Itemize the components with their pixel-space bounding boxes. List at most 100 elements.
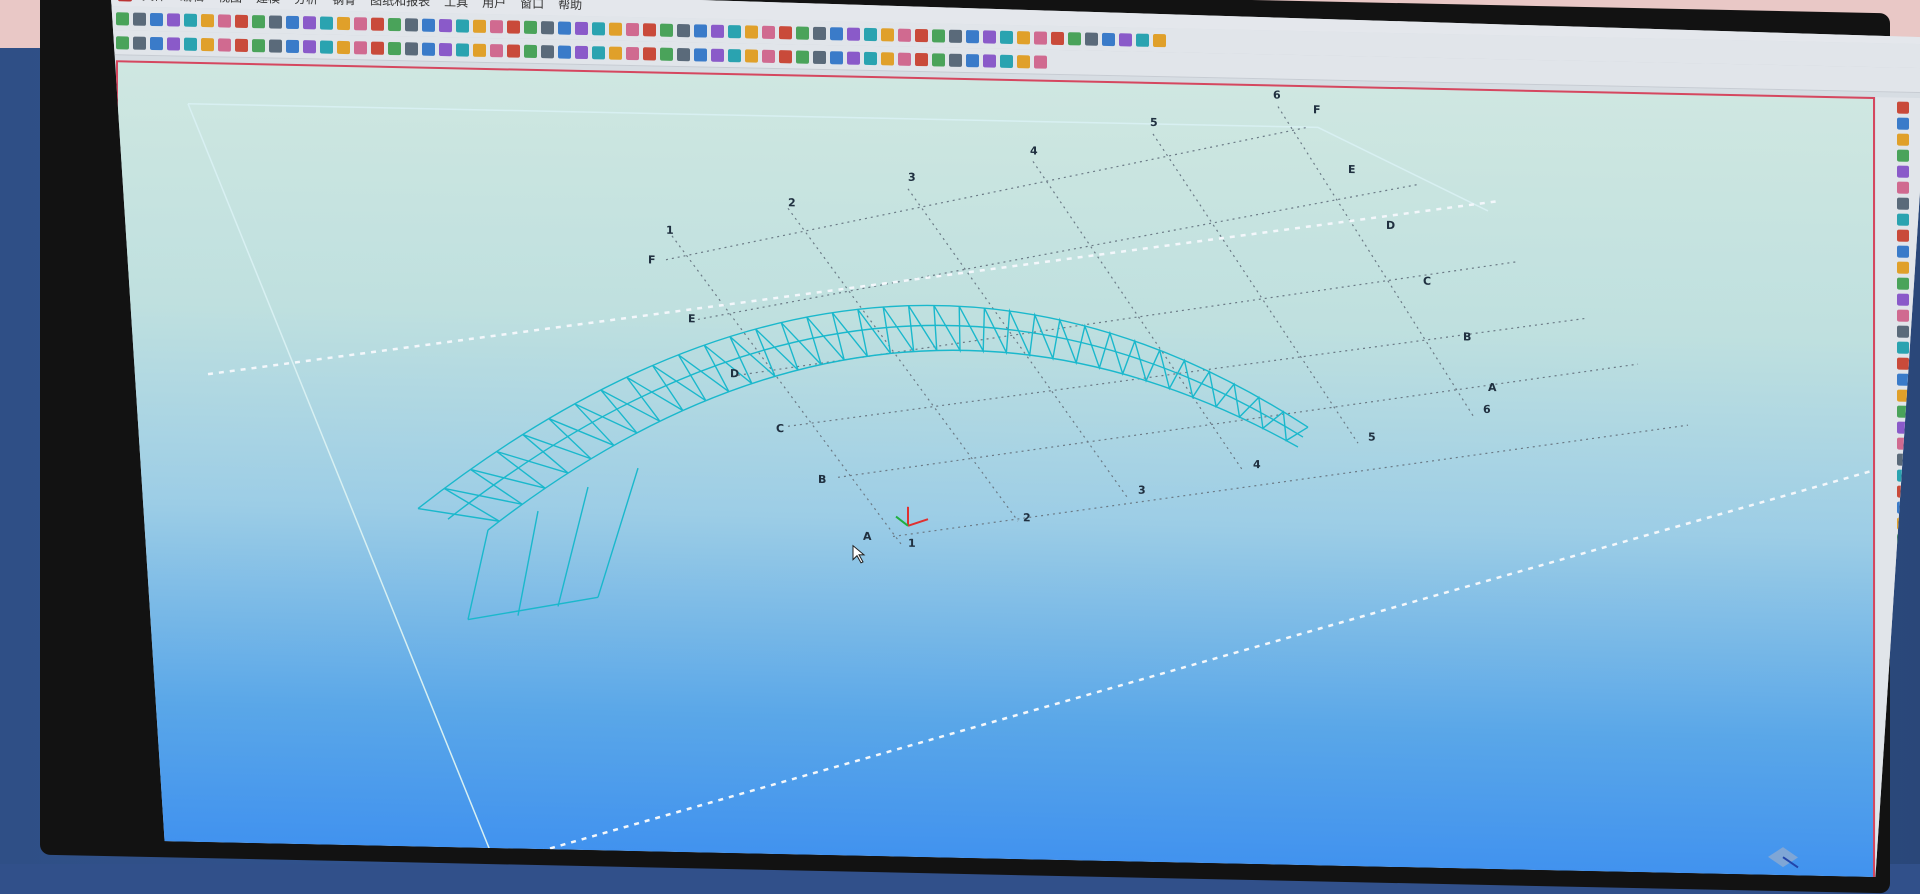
side-tool-icon[interactable] <box>1897 310 1909 322</box>
toolbar-button-icon[interactable] <box>320 40 333 53</box>
toolbar-button-icon[interactable] <box>1034 55 1047 68</box>
toolbar-button-icon[interactable] <box>201 13 214 26</box>
toolbar-button-icon[interactable] <box>286 39 299 52</box>
toolbar-button-icon[interactable] <box>609 46 622 59</box>
toolbar-button-icon[interactable] <box>1051 31 1064 44</box>
toolbar-button-icon[interactable] <box>643 47 656 60</box>
side-tool-icon[interactable] <box>1897 166 1909 178</box>
toolbar-button-icon[interactable] <box>167 37 180 50</box>
toolbar-button-icon[interactable] <box>558 21 571 34</box>
toolbar-button-icon[interactable] <box>898 52 911 65</box>
toolbar-button-icon[interactable] <box>1068 32 1081 45</box>
toolbar-button-icon[interactable] <box>150 36 163 49</box>
side-tool-icon[interactable] <box>1897 294 1909 306</box>
menu-steel[interactable]: 钢骨 <box>332 0 356 8</box>
toolbar-button-icon[interactable] <box>184 37 197 50</box>
toolbar-button-icon[interactable] <box>1136 33 1149 46</box>
toolbar-button-icon[interactable] <box>830 27 843 40</box>
side-tool-icon[interactable] <box>1897 102 1909 114</box>
toolbar-button-icon[interactable] <box>660 23 673 36</box>
toolbar-button-icon[interactable] <box>966 30 979 43</box>
side-tool-icon[interactable] <box>1897 374 1909 386</box>
side-tool-icon[interactable] <box>1897 214 1909 226</box>
toolbar-button-icon[interactable] <box>133 36 146 49</box>
toolbar-button-icon[interactable] <box>354 41 367 54</box>
side-tool-icon[interactable] <box>1897 134 1909 146</box>
toolbar-button-icon[interactable] <box>490 44 503 57</box>
toolbar-button-icon[interactable] <box>388 41 401 54</box>
toolbar-button-icon[interactable] <box>320 16 333 29</box>
toolbar-button-icon[interactable] <box>694 48 707 61</box>
toolbar-button-icon[interactable] <box>575 21 588 34</box>
toolbar-button-icon[interactable] <box>711 24 724 37</box>
menu-user[interactable]: 用户 <box>482 0 506 11</box>
toolbar-button-icon[interactable] <box>677 23 690 36</box>
toolbar-button-icon[interactable] <box>881 28 894 41</box>
toolbar-button-icon[interactable] <box>711 48 724 61</box>
toolbar-button-icon[interactable] <box>830 51 843 64</box>
toolbar-button-icon[interactable] <box>150 12 163 25</box>
toolbar-button-icon[interactable] <box>473 19 486 32</box>
toolbar-button-icon[interactable] <box>558 45 571 58</box>
toolbar-button-icon[interactable] <box>269 15 282 28</box>
toolbar-button-icon[interactable] <box>728 25 741 38</box>
toolbar-button-icon[interactable] <box>694 24 707 37</box>
toolbar-button-icon[interactable] <box>116 36 129 49</box>
toolbar-button-icon[interactable] <box>1000 54 1013 67</box>
toolbar-button-icon[interactable] <box>626 22 639 35</box>
toolbar-button-icon[interactable] <box>881 52 894 65</box>
toolbar-button-icon[interactable] <box>1153 33 1166 46</box>
toolbar-button-icon[interactable] <box>762 25 775 38</box>
menu-model[interactable]: 建模 <box>256 0 280 6</box>
toolbar-button-icon[interactable] <box>932 29 945 42</box>
toolbar-button-icon[interactable] <box>235 14 248 27</box>
toolbar-button-icon[interactable] <box>1119 33 1132 46</box>
toolbar-button-icon[interactable] <box>932 53 945 66</box>
toolbar-button-icon[interactable] <box>949 29 962 42</box>
toolbar-button-icon[interactable] <box>116 12 129 25</box>
menu-drawings[interactable]: 图纸和报表 <box>370 0 430 9</box>
toolbar-button-icon[interactable] <box>507 44 520 57</box>
toolbar-button-icon[interactable] <box>762 49 775 62</box>
toolbar-button-icon[interactable] <box>490 20 503 33</box>
toolbar-button-icon[interactable] <box>235 38 248 51</box>
toolbar-button-icon[interactable] <box>745 49 758 62</box>
model-canvas[interactable] <box>118 62 1873 878</box>
menu-file[interactable]: 文件 <box>142 0 166 4</box>
toolbar-button-icon[interactable] <box>1034 31 1047 44</box>
toolbar-button-icon[interactable] <box>218 38 231 51</box>
menu-edit[interactable]: 编辑 <box>180 0 204 5</box>
toolbar-button-icon[interactable] <box>337 16 350 29</box>
toolbar-button-icon[interactable] <box>524 20 537 33</box>
toolbar-button-icon[interactable] <box>167 13 180 26</box>
toolbar-button-icon[interactable] <box>252 15 265 28</box>
toolbar-button-icon[interactable] <box>966 54 979 67</box>
minimize-button[interactable]: — <box>1849 23 1861 37</box>
toolbar-button-icon[interactable] <box>728 49 741 62</box>
toolbar-button-icon[interactable] <box>626 46 639 59</box>
toolbar-button-icon[interactable] <box>524 44 537 57</box>
toolbar-button-icon[interactable] <box>1085 32 1098 45</box>
toolbar-button-icon[interactable] <box>660 47 673 60</box>
toolbar-button-icon[interactable] <box>303 16 316 29</box>
toolbar-button-icon[interactable] <box>796 26 809 39</box>
side-tool-icon[interactable] <box>1897 342 1909 354</box>
side-tool-icon[interactable] <box>1897 230 1909 242</box>
menu-tools[interactable]: 工具 <box>444 0 468 10</box>
side-tool-icon[interactable] <box>1897 182 1909 194</box>
toolbar-button-icon[interactable] <box>949 53 962 66</box>
toolbar-button-icon[interactable] <box>898 28 911 41</box>
toolbar-button-icon[interactable] <box>473 43 486 56</box>
toolbar-button-icon[interactable] <box>983 54 996 67</box>
app-icon[interactable] <box>118 0 132 2</box>
side-tool-icon[interactable] <box>1897 198 1909 210</box>
side-tool-icon[interactable] <box>1897 278 1909 290</box>
toolbar-button-icon[interactable] <box>592 22 605 35</box>
toolbar-button-icon[interactable] <box>201 37 214 50</box>
toolbar-button-icon[interactable] <box>609 22 622 35</box>
toolbar-button-icon[interactable] <box>218 14 231 27</box>
toolbar-button-icon[interactable] <box>456 19 469 32</box>
toolbar-button-icon[interactable] <box>643 23 656 36</box>
toolbar-button-icon[interactable] <box>422 18 435 31</box>
toolbar-button-icon[interactable] <box>388 17 401 30</box>
